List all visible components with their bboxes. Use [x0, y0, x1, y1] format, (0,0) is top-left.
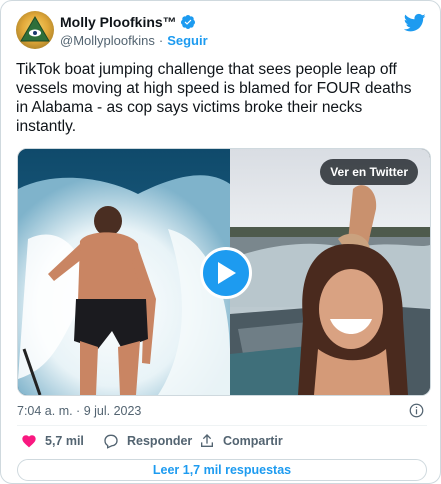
separator-dot: ·	[158, 33, 164, 48]
author-handle[interactable]: @Mollyploofkins	[60, 33, 155, 48]
like-count: 5,7 mil	[45, 434, 84, 448]
tweet-actions: 5,7 mil Responder Compartir	[17, 433, 427, 453]
follow-button[interactable]: Seguir	[167, 33, 207, 48]
reply-label: Responder	[127, 434, 193, 448]
share-button[interactable]: Compartir	[199, 433, 283, 449]
tweet-video[interactable]: Ver en Twitter	[17, 148, 431, 396]
divider	[17, 425, 427, 426]
embedded-tweet-card: Molly Ploofkins™ @Mollyploofkins · Seguir …	[0, 0, 441, 484]
share-label: Compartir	[223, 434, 283, 448]
tweet-text: TikTok boat jumping challenge that sees …	[16, 61, 412, 135]
share-icon	[201, 434, 213, 447]
twitter-bird-icon[interactable]	[403, 13, 426, 33]
play-icon	[218, 262, 236, 284]
heart-icon	[22, 435, 36, 448]
play-button[interactable]	[200, 247, 252, 299]
read-replies-button[interactable]: Leer 1,7 mil respuestas	[17, 459, 427, 481]
tweet-header: Molly Ploofkins™ @Mollyploofkins · Seguir	[16, 11, 426, 51]
avatar[interactable]	[16, 11, 54, 49]
tweet-timestamp[interactable]: 7:04 a. m. · 9 jul. 2023	[17, 404, 141, 418]
author-name[interactable]: Molly Ploofkins™	[60, 14, 177, 30]
info-icon[interactable]	[409, 403, 424, 418]
verified-badge-icon	[180, 14, 196, 30]
author-name-row[interactable]: Molly Ploofkins™	[60, 14, 196, 30]
eye-pyramid-icon	[20, 16, 50, 42]
reply-icon	[104, 434, 118, 449]
author-handle-row: @Mollyploofkins · Seguir	[60, 33, 208, 48]
reply-button[interactable]: Responder	[103, 433, 192, 449]
view-on-twitter-button[interactable]: Ver en Twitter	[320, 159, 418, 185]
like-button[interactable]: 5,7 mil	[21, 433, 84, 449]
